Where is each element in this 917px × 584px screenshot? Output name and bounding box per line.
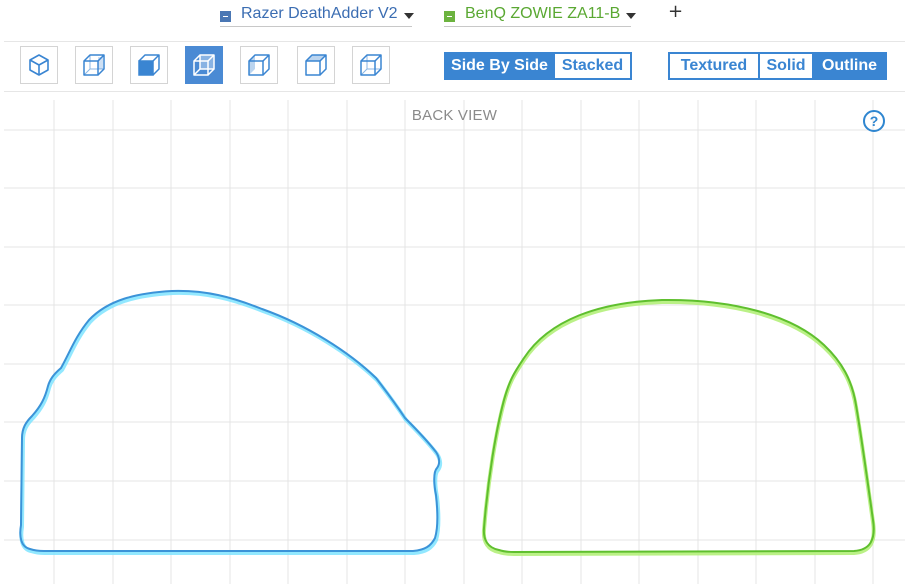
cube-side-icon xyxy=(248,54,270,76)
view-button-front[interactable] xyxy=(130,46,168,84)
help-icon[interactable]: ? xyxy=(863,110,885,132)
view-title: BACK VIEW xyxy=(411,107,498,124)
render-mode-toggle: Textured Solid Outline xyxy=(668,52,887,80)
outline-button[interactable]: Outline xyxy=(812,54,885,78)
side-by-side-button[interactable]: Side By Side xyxy=(446,54,553,78)
chevron-down-icon[interactable] xyxy=(403,12,414,19)
cube-back-icon xyxy=(193,54,215,76)
view-button-top[interactable] xyxy=(297,46,335,84)
mouse-select-2[interactable]: BenQ ZOWIE ZA11-B xyxy=(444,2,637,27)
view-button-iso[interactable] xyxy=(20,46,58,84)
add-mouse-button[interactable]: + xyxy=(668,1,683,22)
mouse-1-name: Razer DeathAdder V2 xyxy=(241,5,398,22)
mouse-1-color-swatch-icon[interactable] xyxy=(220,10,231,22)
view-button-back[interactable] xyxy=(185,46,223,84)
chevron-down-icon[interactable] xyxy=(626,12,637,19)
mouse-2-name: BenQ ZOWIE ZA11-B xyxy=(465,5,621,22)
mouse-2-color-swatch-icon[interactable] xyxy=(444,10,455,22)
solid-button[interactable]: Solid xyxy=(758,54,812,78)
shape-comparison-canvas xyxy=(4,100,905,584)
cube-bottom-icon xyxy=(360,54,382,76)
layout-mode-toggle: Side By Side Stacked xyxy=(444,52,632,80)
cube-front-icon xyxy=(138,54,160,76)
cube-front-right-icon xyxy=(83,54,105,76)
view-button-bottom[interactable] xyxy=(352,46,390,84)
cube-iso-icon xyxy=(29,54,49,76)
textured-button[interactable]: Textured xyxy=(670,54,758,78)
stacked-button[interactable]: Stacked xyxy=(553,54,630,78)
view-button-side[interactable] xyxy=(240,46,278,84)
view-button-front-right[interactable] xyxy=(75,46,113,84)
grid xyxy=(4,100,905,584)
cube-top-icon xyxy=(305,54,327,76)
toolbar-top-divider xyxy=(4,41,905,42)
toolbar-bottom-divider xyxy=(4,91,905,92)
mouse-select-1[interactable]: Razer DeathAdder V2 xyxy=(220,2,414,27)
